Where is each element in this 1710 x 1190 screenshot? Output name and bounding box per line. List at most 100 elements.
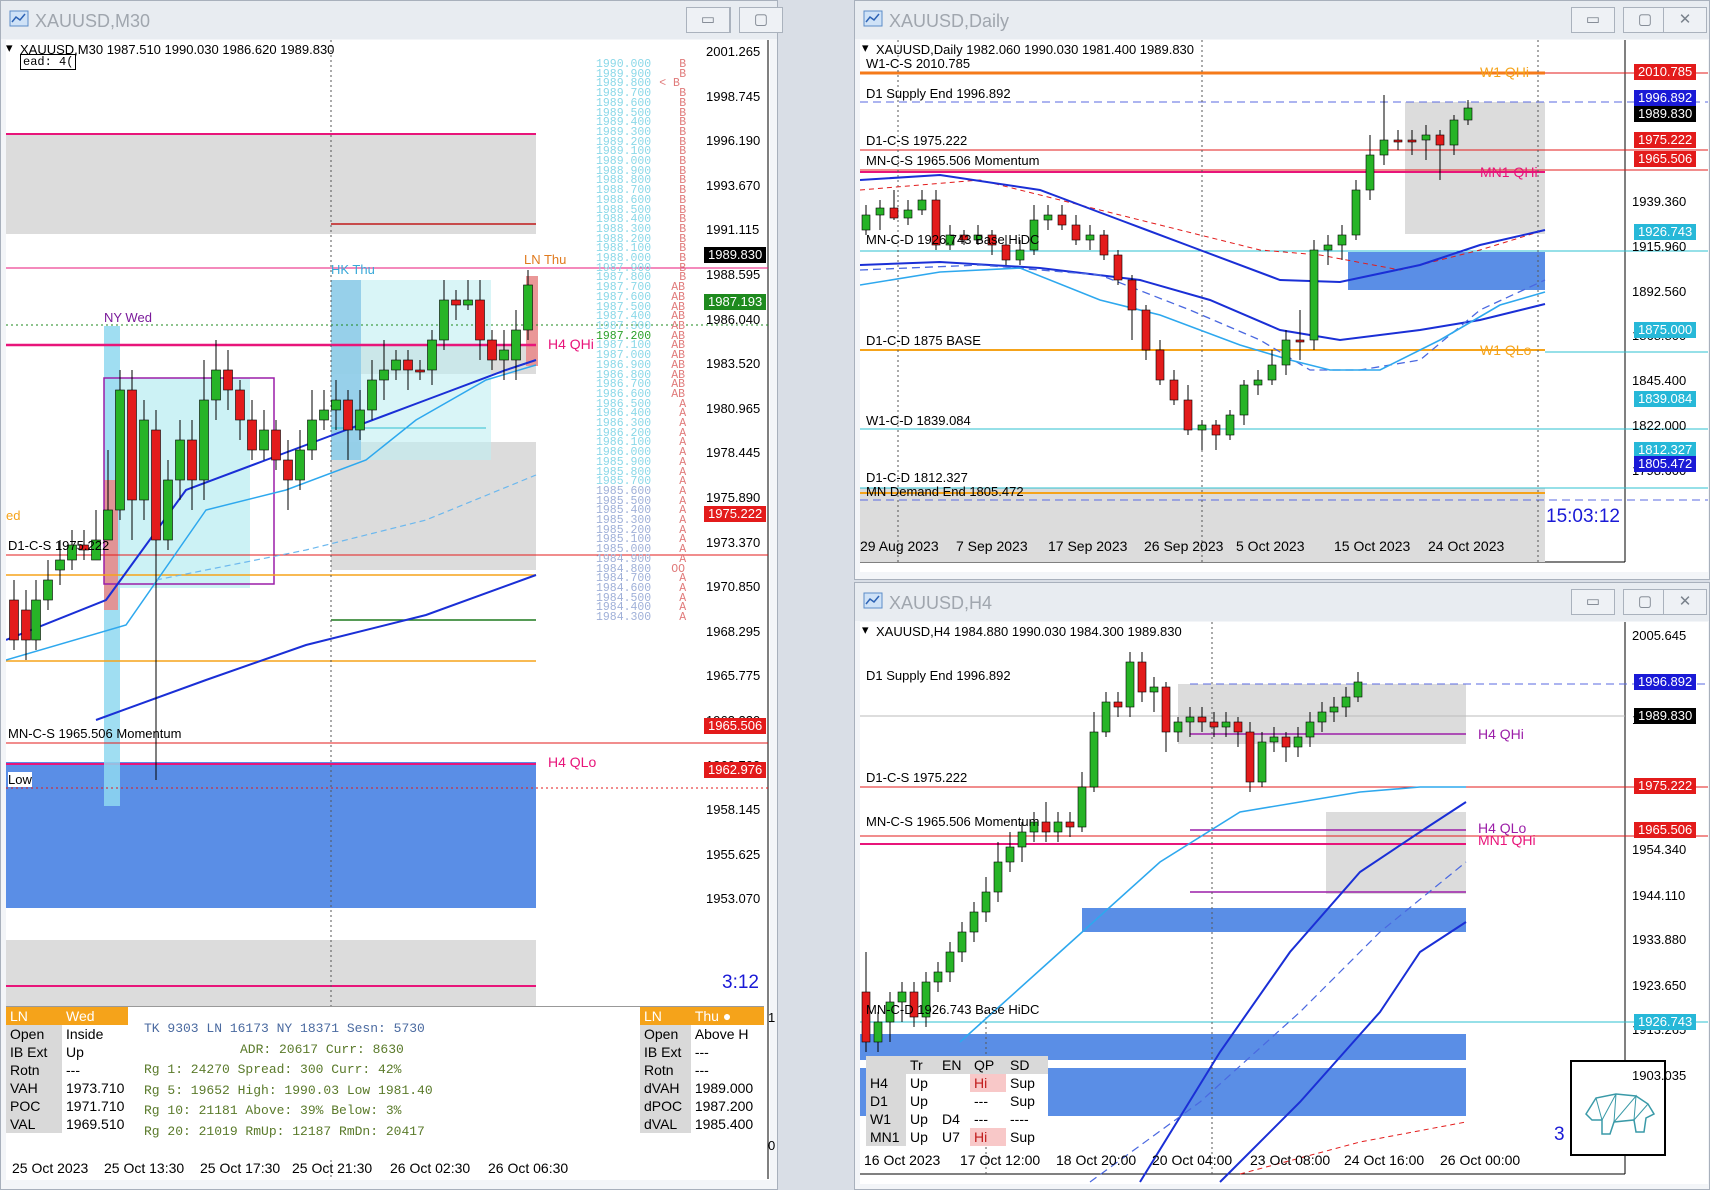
- price-axis-label: 1965.775: [706, 668, 761, 684]
- candle-body: [463, 299, 473, 306]
- price-axis-label: 1998.745: [706, 88, 761, 104]
- session-info-panel: LN Wed Open Inside IB Ext Up Rotn --- VAH 197…: [6, 1006, 764, 1157]
- trend-value: U7: [938, 1128, 970, 1146]
- price-tag: 1965.506: [704, 718, 767, 734]
- candle-body: [1169, 379, 1179, 401]
- candle-body: [1173, 721, 1183, 733]
- chart-menu-arrow-icon[interactable]: ▾: [862, 622, 869, 638]
- time-axis-label: 26 Oct 06:30: [488, 1160, 569, 1176]
- chart-menu-arrow-icon[interactable]: ▾: [862, 40, 869, 56]
- trend-value: [938, 1092, 970, 1110]
- candle-body: [439, 299, 449, 341]
- candle-body: [391, 359, 401, 371]
- ohlc-header: XAUUSD,H4 1984.880 1990.030 1984.300 198…: [876, 624, 1182, 639]
- candle-body: [223, 369, 233, 391]
- demand-zone: [6, 762, 536, 908]
- time-axis-label: 25 Oct 13:30: [104, 1160, 185, 1176]
- h4-titlebar[interactable]: XAUUSD,H4 ▭ ▢ ✕: [855, 583, 1709, 621]
- price-axis-label: 1892.560: [1632, 283, 1687, 299]
- close-button[interactable]: ✕: [1663, 7, 1707, 33]
- candle-body: [151, 429, 161, 541]
- trend-header: EN: [942, 1057, 962, 1073]
- candle-body: [1015, 249, 1025, 261]
- price-tag: 1926.743: [1634, 224, 1697, 240]
- info-value: Above H: [690, 1025, 764, 1043]
- trend-value: Sup: [1006, 1074, 1048, 1092]
- candle-body: [1421, 134, 1431, 141]
- candle-body: [1017, 831, 1027, 848]
- stats-line: Rg 1: 24270 Spread: 300 Curr: 42%: [144, 1062, 402, 1077]
- price-tag: 1989.830: [704, 247, 767, 263]
- w1-qhi-label: W1 QHi: [1480, 64, 1529, 80]
- chart-menu-arrow-icon[interactable]: ▾: [6, 40, 13, 56]
- bar-countdown: 15:03:12: [1546, 506, 1620, 527]
- info-value: 1985.400: [690, 1115, 764, 1133]
- price-tag: 1962.976: [704, 762, 767, 778]
- candle-body: [1209, 721, 1219, 728]
- info-key: dVAH: [644, 1080, 680, 1096]
- candle-body: [451, 299, 461, 306]
- h4-plot-area[interactable]: ▾ XAUUSD,H4 1984.880 1990.030 1984.300 1…: [860, 622, 1708, 1184]
- candle-body: [1113, 701, 1123, 708]
- candle-body: [1309, 249, 1319, 341]
- candle-body: [1351, 189, 1361, 236]
- session-name: LN: [640, 1007, 691, 1025]
- candle-body: [1281, 736, 1291, 748]
- m30-minimize-button[interactable]: ▭: [686, 7, 730, 33]
- price-axis-label: 1975.890: [706, 490, 761, 505]
- trend-value: Hi: [970, 1074, 1006, 1092]
- maximize-button[interactable]: ▢: [1623, 589, 1667, 615]
- w1-cs-label: W1-C-S 2010.785: [866, 56, 971, 71]
- candle-body: [139, 419, 149, 501]
- candle-body: [903, 209, 913, 219]
- hk-thu-label: HK Thu: [331, 262, 375, 277]
- ed-label: ed: [6, 508, 21, 523]
- time-axis-label: 26 Sep 2023: [1144, 538, 1224, 554]
- candle-body: [1065, 821, 1075, 828]
- maximize-button[interactable]: ▢: [1623, 7, 1667, 33]
- daily-titlebar[interactable]: XAUUSD,Daily ▭ ▢ ✕: [855, 1, 1709, 39]
- time-axis-label: 16 Oct 2023: [864, 1152, 941, 1168]
- candle-body: [295, 449, 305, 481]
- time-axis-label: 23 Oct 08:00: [1250, 1152, 1331, 1168]
- candle-body: [1305, 721, 1315, 738]
- trend-header: QP: [974, 1057, 995, 1073]
- session-day-label: Thu: [694, 1008, 719, 1024]
- m30-titlebar[interactable]: XAUUSD,M30 ▭ ▢ ✕: [1, 1, 783, 39]
- candle-body: [1113, 254, 1123, 281]
- price-axis-label: 1923.650: [1632, 978, 1687, 993]
- trend-corner: [866, 1056, 906, 1074]
- candle-body: [403, 359, 413, 371]
- low-label: Low: [8, 772, 32, 787]
- price-tag: 2010.785: [1634, 64, 1697, 80]
- daily-plot-area[interactable]: ▾ XAUUSD,Daily 1982.060 1990.030 1981.40…: [860, 40, 1708, 572]
- time-axis-label: 29 Aug 2023: [860, 538, 939, 554]
- minimize-button[interactable]: ▭: [1571, 589, 1615, 615]
- candle-body: [875, 207, 885, 216]
- candle-body: [1099, 234, 1109, 256]
- d1-cs-label: D1-C-S 1975.222: [8, 538, 110, 553]
- candle-body: [1393, 139, 1403, 143]
- candle-body: [1197, 716, 1207, 723]
- minimize-button[interactable]: ▭: [1571, 7, 1615, 33]
- candle-body: [1043, 214, 1053, 221]
- trend-value: Up: [906, 1092, 938, 1110]
- candle-body: [1281, 339, 1291, 366]
- trend-value: Sup: [1006, 1092, 1048, 1110]
- info-key: Open: [644, 1026, 679, 1042]
- candle-body: [1323, 244, 1333, 251]
- close-button[interactable]: ✕: [1663, 589, 1707, 615]
- trend-header: Tr: [910, 1057, 923, 1073]
- chart-window-icon: [863, 592, 883, 609]
- maximize-button[interactable]: ▢: [739, 7, 783, 33]
- candle-body: [379, 369, 389, 381]
- candle-body: [319, 409, 329, 421]
- trend-value: [938, 1074, 970, 1092]
- price-axis-label: 1968.295: [706, 623, 761, 639]
- d1-supply-label: D1 Supply End 1996.892: [866, 86, 1011, 101]
- info-key: Open: [10, 1026, 45, 1042]
- trend-tf: H4: [870, 1075, 888, 1091]
- info-value: 1973.710: [62, 1079, 129, 1097]
- candle-body: [1239, 384, 1249, 416]
- time-axis-label: 25 Oct 2023: [12, 1160, 89, 1176]
